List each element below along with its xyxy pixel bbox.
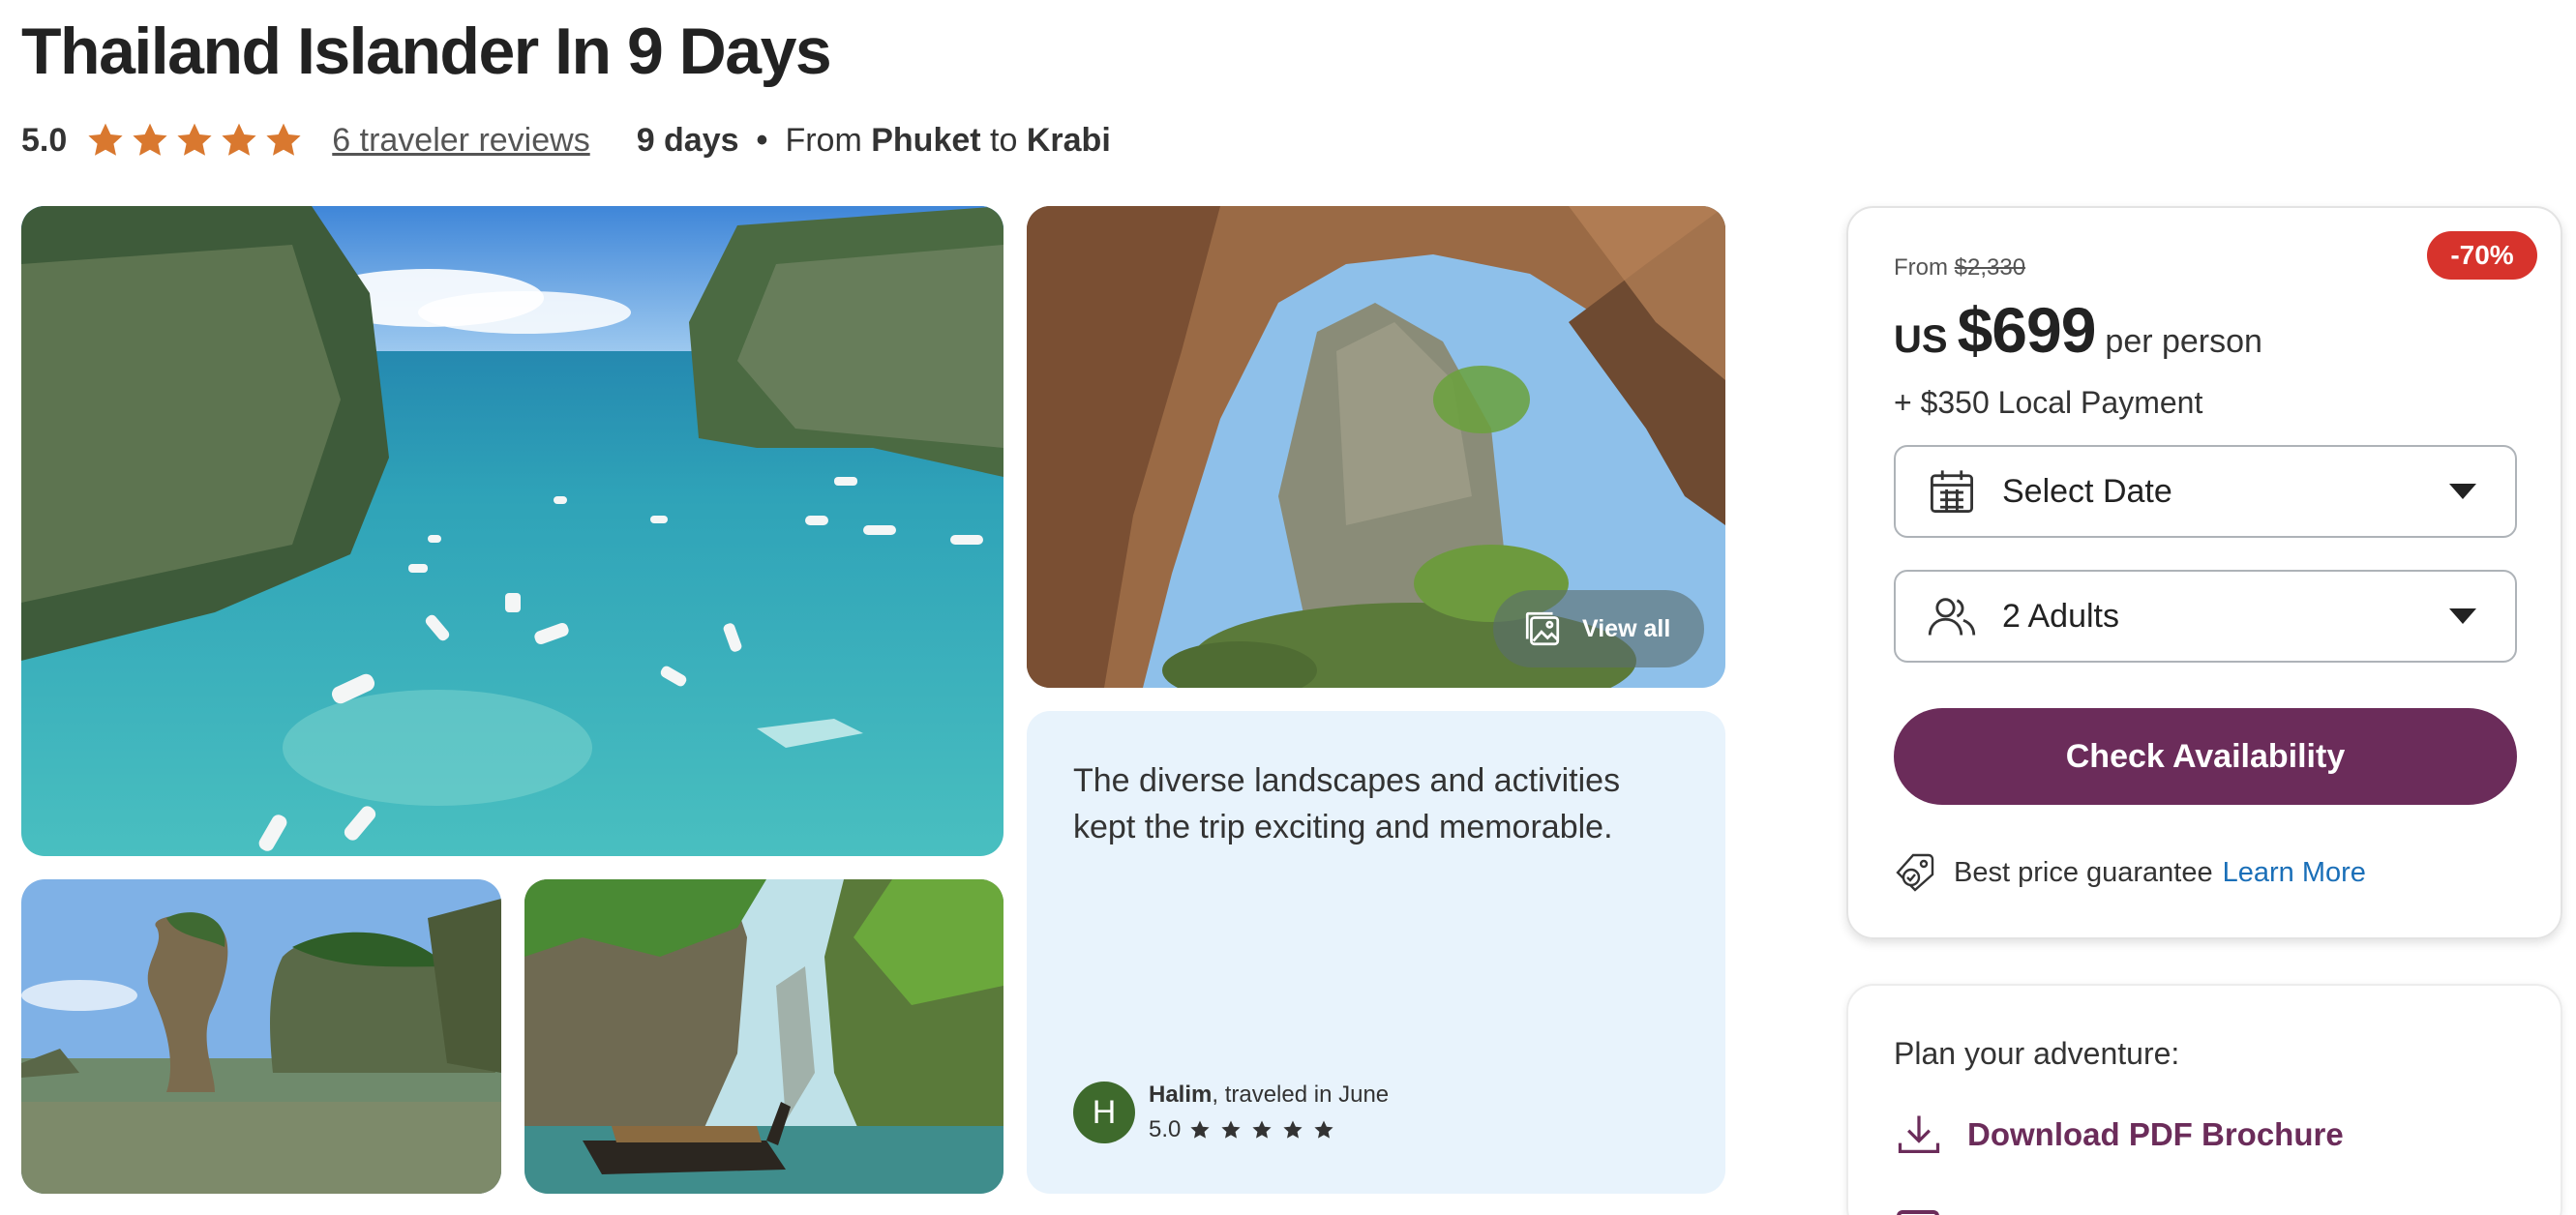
page-title: Thailand Islander In 9 Days [21,15,832,88]
star-icon [1314,1120,1333,1139]
star-icon [1252,1120,1272,1139]
star-icon [88,123,123,156]
duration: 9 days [636,121,739,159]
itinerary-icon [1897,1210,1939,1215]
route: From Phuket to Krabi [785,122,1110,160]
price-tag-check-icon [1896,853,1934,892]
tour-page: Thailand Islander In 9 Days 5.0 6 travel… [0,0,2576,1215]
price-unit: per person [2105,323,2262,360]
price: $699 [1957,294,2097,366]
star-icon [1283,1120,1303,1139]
reviews-link[interactable]: 6 traveler reviews [332,122,589,160]
chevron-down-icon [2449,608,2476,624]
plan-card: Plan your adventure: Download PDF Brochu… [1846,984,2562,1215]
review-text: The diverse landscapes and activities ke… [1073,762,1621,845]
currency: US [1894,318,1948,361]
meta-separator: • [756,121,768,159]
from-label: From [1894,254,1948,281]
bay-image [21,206,1003,856]
plan-title: Plan your adventure: [1894,1036,2180,1071]
guarantee-text: Best price guarantee [1954,856,2213,888]
travelers-select-label: 2 Adults [2002,597,2119,635]
star-icon [1190,1120,1210,1139]
discount-badge: -70% [2427,231,2537,280]
star-icon [266,123,301,156]
star-icon [1221,1120,1241,1139]
travelers-select[interactable]: 2 Adults [1894,570,2517,663]
booking-card: -70% From $2,330 US $699 per person + $3… [1846,206,2562,939]
rating-stars [84,119,305,162]
download-icon [1898,1115,1940,1153]
review-card: The diverse landscapes and activities ke… [1027,711,1725,1194]
local-payment: + $350 Local Payment [1894,385,2203,420]
reviewer-travel-date: , traveled in June [1212,1082,1390,1108]
price-line: US $699 per person [1894,293,2262,367]
avatar: H [1073,1082,1135,1143]
rating-value: 5.0 [21,121,68,159]
gallery-photo-main[interactable] [21,206,1003,856]
route-to-word: to [990,121,1018,159]
users-icon [1928,598,1976,636]
star-icon [222,123,256,156]
check-availability-button[interactable]: Check Availability [1894,708,2517,805]
price-guarantee: Best price guarantee Learn More [1894,851,2366,894]
calendar-icon [1931,470,1973,513]
gallery-photo-boat[interactable] [524,879,1003,1194]
gallery-photo-rock[interactable] [21,879,501,1194]
chevron-down-icon [2449,484,2476,499]
original-price: $2,330 [1954,254,2026,281]
learn-more-link[interactable]: Learn More [2223,857,2366,889]
gallery-icon [1525,611,1560,646]
view-all-button[interactable]: View all [1493,590,1704,667]
original-price-line: From $2,330 [1894,254,2025,282]
download-brochure-label: Download PDF Brochure [1967,1116,2344,1152]
reviewer-rating-value: 5.0 [1149,1116,1182,1142]
star-icon [133,123,167,156]
route-start: Phuket [871,121,981,159]
date-select[interactable]: Select Date [1894,445,2517,538]
download-brochure-link[interactable]: Download PDF Brochure [1894,1110,2344,1160]
rock-island-image [21,879,501,1194]
route-from-word: From [785,121,862,159]
tour-meta: 5.0 6 traveler reviews 9 days • From Phu… [21,116,1111,164]
reviewer: H Halim, traveled in June 5.0 [1073,1082,1389,1143]
star-icon [177,123,212,156]
reviewer-name: Halim [1149,1082,1213,1108]
date-select-label: Select Date [2002,472,2172,510]
longtail-boat-image [524,879,1003,1194]
reviewer-line: Halim, traveled in June [1149,1082,1389,1109]
route-end: Krabi [1026,121,1111,159]
reviewer-rating: 5.0 [1149,1116,1389,1143]
view-all-label: View all [1582,614,1671,642]
